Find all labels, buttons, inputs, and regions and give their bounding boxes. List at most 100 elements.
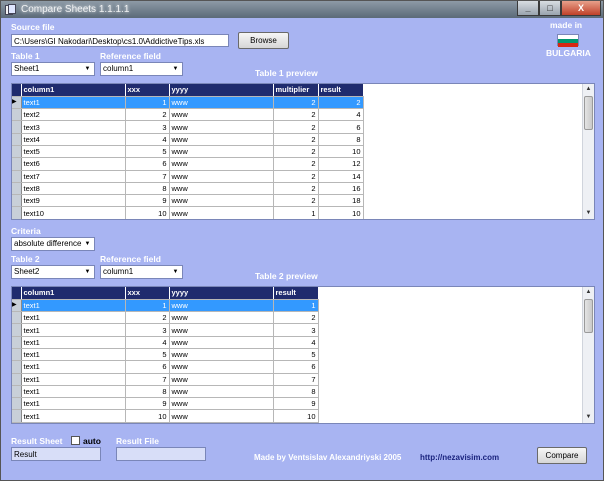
table-cell[interactable]: 5	[125, 348, 170, 362]
table-row[interactable]: ▶ text1 1 www 1	[12, 299, 319, 313]
table-cell[interactable]: text1	[21, 96, 126, 110]
result-file-input[interactable]	[116, 447, 206, 461]
row-header[interactable]	[12, 348, 22, 362]
scroll-up-icon[interactable]: ▲	[583, 84, 594, 95]
row-header[interactable]	[12, 108, 22, 122]
table-cell[interactable]: www	[169, 96, 274, 110]
table-cell[interactable]: www	[169, 194, 274, 208]
table-row[interactable]: text6 6 www 2 12	[12, 157, 364, 171]
close-button[interactable]: X	[561, 1, 601, 16]
table-cell[interactable]: www	[169, 336, 274, 349]
table-row[interactable]: text1 9 www 9	[12, 397, 319, 411]
table-row[interactable]: text1 5 www 5	[12, 348, 319, 362]
scroll-down-icon[interactable]: ▼	[583, 208, 594, 219]
row-header[interactable]	[12, 157, 22, 171]
table-cell[interactable]: 7	[125, 170, 170, 183]
row-header[interactable]	[12, 360, 22, 374]
row-header[interactable]	[12, 182, 22, 196]
table-cell[interactable]: 2	[273, 170, 319, 183]
table-cell[interactable]: 8	[318, 133, 364, 146]
table-cell[interactable]: 5	[273, 348, 319, 362]
table-cell[interactable]: 9	[273, 397, 319, 411]
table-cell[interactable]: www	[169, 373, 274, 386]
auto-checkbox[interactable]	[71, 436, 80, 445]
table-cell[interactable]: 1	[125, 96, 170, 110]
table-cell[interactable]: text1	[21, 373, 126, 386]
table-cell[interactable]: text1	[21, 336, 126, 349]
table-cell[interactable]: 2	[273, 96, 319, 110]
table-cell[interactable]: text9	[21, 194, 126, 208]
table-cell[interactable]: 6	[125, 157, 170, 171]
table-cell[interactable]: www	[169, 206, 274, 219]
scroll-down-icon[interactable]: ▼	[583, 412, 594, 423]
table-cell[interactable]: 8	[273, 385, 319, 399]
row-header[interactable]	[12, 409, 22, 423]
chevron-down-icon[interactable]: ▼	[170, 64, 181, 74]
table-cell[interactable]: text1	[21, 385, 126, 399]
table-row[interactable]: text8 8 www 2 16	[12, 182, 364, 196]
table-cell[interactable]: text7	[21, 170, 126, 183]
table-cell[interactable]: text6	[21, 157, 126, 171]
table-cell[interactable]: 2	[273, 182, 319, 196]
table-row[interactable]: text10 10 www 1 10	[12, 206, 364, 219]
column-header[interactable]: xxx	[125, 84, 170, 97]
table-cell[interactable]: 8	[125, 385, 170, 399]
table-cell[interactable]: 4	[273, 336, 319, 349]
table-cell[interactable]: 4	[125, 336, 170, 349]
table-cell[interactable]: 16	[318, 182, 364, 196]
table-cell[interactable]: 2	[273, 157, 319, 171]
table-cell[interactable]: text2	[21, 108, 126, 122]
table-cell[interactable]: text5	[21, 145, 126, 159]
table-cell[interactable]: 3	[125, 120, 170, 134]
table-row[interactable]: text3 3 www 2 6	[12, 120, 364, 134]
scroll-up-icon[interactable]: ▲	[583, 287, 594, 298]
compare-button[interactable]: Compare	[537, 447, 587, 464]
table-cell[interactable]: www	[169, 397, 274, 411]
column-header[interactable]: column1	[21, 287, 126, 300]
table-cell[interactable]: 2	[273, 145, 319, 159]
column-header[interactable]: yyyy	[169, 84, 274, 97]
table-cell[interactable]: www	[169, 385, 274, 399]
result-sheet-input[interactable]: Result	[11, 447, 101, 461]
table-cell[interactable]: 2	[273, 120, 319, 134]
table-cell[interactable]: www	[169, 145, 274, 159]
table-cell[interactable]: 10	[273, 409, 319, 423]
table-cell[interactable]: 3	[273, 323, 319, 337]
table-row[interactable]: text1 8 www 8	[12, 385, 319, 399]
table1-scrollbar[interactable]: ▲ ▼	[582, 84, 594, 219]
table-cell[interactable]: 5	[125, 145, 170, 159]
column-header[interactable]: result	[318, 84, 364, 97]
row-header[interactable]	[12, 170, 22, 183]
table-cell[interactable]: www	[169, 323, 274, 337]
table-cell[interactable]: 4	[125, 133, 170, 146]
table-row[interactable]: text5 5 www 2 10	[12, 145, 364, 159]
browse-button[interactable]: Browse	[238, 32, 289, 49]
column-header[interactable]: result	[273, 287, 319, 300]
table2-scrollbar[interactable]: ▲ ▼	[582, 287, 594, 423]
row-header[interactable]	[12, 397, 22, 411]
row-header[interactable]	[12, 145, 22, 159]
row-header[interactable]	[12, 133, 22, 146]
row-header[interactable]	[12, 336, 22, 349]
table-cell[interactable]: 10	[125, 206, 170, 219]
table-cell[interactable]: www	[169, 120, 274, 134]
table-cell[interactable]: 4	[318, 108, 364, 122]
table-cell[interactable]: text1	[21, 360, 126, 374]
table-cell[interactable]: 10	[318, 145, 364, 159]
table-cell[interactable]: www	[169, 170, 274, 183]
column-header[interactable]: xxx	[125, 287, 170, 300]
table-cell[interactable]: 12	[318, 157, 364, 171]
title-bar[interactable]: Compare Sheets 1.1.1.1 _ □ X	[1, 1, 603, 18]
table-cell[interactable]: 1	[273, 206, 319, 219]
row-header[interactable]	[12, 323, 22, 337]
row-header[interactable]	[12, 206, 22, 219]
chevron-down-icon[interactable]: ▼	[170, 267, 181, 277]
table-cell[interactable]: 9	[125, 397, 170, 411]
column-header[interactable]: multiplier	[273, 84, 319, 97]
table-cell[interactable]: text3	[21, 120, 126, 134]
table-cell[interactable]: text10	[21, 206, 126, 219]
table-cell[interactable]: text1	[21, 311, 126, 325]
column-header[interactable]: yyyy	[169, 287, 274, 300]
table-row[interactable]: text7 7 www 2 14	[12, 170, 364, 183]
criteria-select[interactable]: absolute difference ▼	[11, 237, 95, 251]
